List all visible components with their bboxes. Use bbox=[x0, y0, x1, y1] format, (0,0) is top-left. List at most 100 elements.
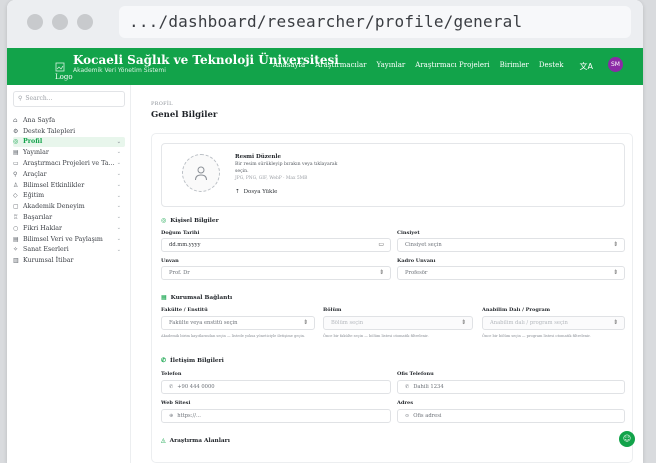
nav-yayinlar[interactable]: Yayınlar bbox=[377, 61, 406, 69]
title-select[interactable]: Prof. Dr ⇕ bbox=[161, 266, 391, 280]
sidebar-nav: ⌂ Ana Sayfa ⚙ Destek Talepleri ◎ Profil ⌄ ▤ Yayı… bbox=[13, 115, 125, 266]
phone-icon: ✆ bbox=[161, 357, 167, 364]
nav-birimler[interactable]: Birimler bbox=[500, 61, 529, 69]
top-nav: Anasayfa Araştırmacılar Yayınlar Araştır… bbox=[273, 61, 563, 69]
birth-date-input[interactable]: dd.mm.yyyy ▭ bbox=[161, 238, 391, 252]
sidebar-item-label: Yayınlar bbox=[23, 149, 49, 157]
staff-title-select[interactable]: Profesör ⇕ bbox=[397, 266, 625, 280]
department-select[interactable]: Bölüm seçin ⇕ bbox=[323, 316, 473, 330]
section-research-heading: ◬ Araştırma Alanları bbox=[161, 437, 230, 444]
department-label: Bölüm bbox=[323, 307, 342, 313]
address-bar[interactable]: .../dashboard/researcher/profile/general bbox=[119, 6, 631, 38]
program-label: Anabilim Dalı / Program bbox=[482, 307, 551, 313]
browser-window: .../dashboard/researcher/profile/general… bbox=[7, 0, 643, 463]
sidebar: ⚲ Search... ⌂ Ana Sayfa ⚙ Destek Talepleri ◎ P… bbox=[7, 85, 131, 463]
chevron-down-icon[interactable]: ⌄ bbox=[117, 169, 121, 180]
sidebar-item-label: Akademik Deneyim bbox=[23, 203, 85, 211]
section-institution-heading: ▦ Kurumsal Bağlantı bbox=[161, 294, 232, 301]
university-logo[interactable]: Logo bbox=[55, 57, 73, 81]
upload-file-button[interactable]: ⤒ Dosya Yükle bbox=[235, 189, 277, 195]
sidebar-item[interactable]: ✧ Sanat Eserleri ⌄ bbox=[13, 245, 125, 256]
screen: .../dashboard/researcher/profile/general… bbox=[0, 0, 656, 463]
sidebar-item[interactable]: ♖ Başarılar ⌄ bbox=[13, 212, 125, 223]
website-input[interactable]: ⊕ https://... bbox=[161, 409, 391, 423]
faculty-help: Akademik birim kayıtlarından seçin — lis… bbox=[161, 334, 306, 338]
gender-select[interactable]: Cinsiyet seçin ⇕ bbox=[397, 238, 625, 252]
sidebar-item-label: Profil bbox=[23, 138, 43, 146]
website-placeholder: https://... bbox=[177, 413, 201, 419]
select-arrows-icon: ⇕ bbox=[612, 319, 618, 326]
chevron-down-icon[interactable]: ⌄ bbox=[117, 201, 121, 212]
chevron-down-icon[interactable]: ⌄ bbox=[117, 245, 121, 256]
faculty-select[interactable]: Fakülte veya enstitü seçin ⇕ bbox=[161, 316, 315, 330]
sidebar-item[interactable]: ▥ Kurumsal İtibar bbox=[13, 255, 125, 266]
avatar-placeholder[interactable] bbox=[182, 154, 220, 192]
sidebar-item[interactable]: ▭ Araştırmacı Projeleri ve Ta... ⌄ bbox=[13, 158, 125, 169]
sidebar-item[interactable]: ⌂ Ana Sayfa bbox=[13, 115, 125, 126]
sidebar-item-icon: ▤ bbox=[13, 149, 19, 157]
sidebar-item[interactable]: ◇ Eğitim ⌄ bbox=[13, 191, 125, 202]
calendar-icon[interactable]: ▭ bbox=[378, 239, 384, 251]
nav-arastirmacilar[interactable]: Araştırmacılar bbox=[315, 61, 366, 69]
support-fab-button[interactable]: ☺ bbox=[619, 431, 635, 447]
browser-chrome: .../dashboard/researcher/profile/general bbox=[7, 0, 643, 48]
section-personal-title: Kişisel Bilgiler bbox=[170, 217, 219, 224]
sidebar-item-label: Destek Talepleri bbox=[23, 127, 76, 135]
address-input[interactable]: ⊙ Ofis adresi bbox=[397, 409, 625, 423]
phone-input[interactable]: ✆ +90 444 0000 bbox=[161, 380, 391, 394]
chevron-down-icon[interactable]: ⌄ bbox=[117, 223, 121, 234]
logo-alt-text: Logo bbox=[55, 73, 73, 81]
office-phone-input[interactable]: ✆ Dahili 1234 bbox=[397, 380, 625, 394]
sidebar-item[interactable]: ▤ Yayınlar ⌄ bbox=[13, 147, 125, 158]
sidebar-item-icon: ⚙ bbox=[13, 127, 19, 135]
window-maximize-dot[interactable] bbox=[77, 14, 93, 30]
sidebar-item-icon: ⌂ bbox=[13, 116, 18, 124]
chevron-down-icon[interactable]: ⌄ bbox=[117, 147, 121, 158]
sidebar-item[interactable]: ⚲ Araçlar ⌄ bbox=[13, 169, 125, 180]
flask-icon: ◬ bbox=[161, 437, 166, 444]
sidebar-item-icon: ▤ bbox=[13, 235, 19, 243]
sidebar-item[interactable]: ◎ Profil ⌄ bbox=[13, 136, 125, 148]
translate-icon[interactable]: 文A bbox=[580, 61, 593, 72]
profile-form-card: Resmi Düzenle Bir resim sürükleyip bırak… bbox=[151, 133, 633, 463]
phone-placeholder: +90 444 0000 bbox=[177, 384, 215, 390]
chevron-down-icon[interactable]: ⌄ bbox=[117, 137, 121, 148]
sidebar-item[interactable]: ♙ Bilimsel Etkinlikler ⌄ bbox=[13, 180, 125, 191]
sidebar-item-icon: ♙ bbox=[13, 181, 19, 189]
nav-arastirmaci-projeleri[interactable]: Araştırmacı Projeleri bbox=[415, 61, 489, 69]
main-content: PROFİL Genel Bilgiler Resmi Düzenle Bir … bbox=[131, 85, 643, 463]
nav-destek[interactable]: Destek bbox=[539, 61, 564, 69]
sidebar-item[interactable]: ▢ Akademik Deneyim ⌄ bbox=[13, 201, 125, 212]
window-minimize-dot[interactable] bbox=[52, 14, 68, 30]
sidebar-item[interactable]: ▤ Bilimsel Veri ve Paylaşım ⌄ bbox=[13, 234, 125, 245]
sidebar-item[interactable]: ⚙ Destek Talepleri bbox=[13, 126, 125, 137]
photo-upload-area[interactable]: Resmi Düzenle Bir resim sürükleyip bırak… bbox=[161, 143, 625, 207]
user-avatar[interactable]: SM bbox=[608, 57, 623, 72]
office-phone-label: Ofis Telefonu bbox=[397, 371, 434, 377]
sidebar-item-label: Bilimsel Etkinlikler bbox=[23, 181, 85, 189]
globe-icon: ⊕ bbox=[169, 413, 174, 419]
chevron-down-icon[interactable]: ⌄ bbox=[117, 234, 121, 245]
chevron-down-icon[interactable]: ⌄ bbox=[117, 180, 121, 191]
window-close-dot[interactable] bbox=[27, 14, 43, 30]
upload-icon: ⤒ bbox=[235, 189, 240, 195]
select-arrows-icon: ⇕ bbox=[612, 269, 618, 276]
sidebar-item[interactable]: ○ Fikri Haklar ⌄ bbox=[13, 223, 125, 234]
nav-anasayfa[interactable]: Anasayfa bbox=[273, 61, 305, 69]
gender-value: Cinsiyet seçin bbox=[405, 242, 442, 248]
select-arrows-icon: ⇕ bbox=[460, 319, 466, 326]
sidebar-item-icon: ○ bbox=[13, 224, 19, 232]
chevron-down-icon[interactable]: ⌄ bbox=[117, 212, 121, 223]
select-arrows-icon: ⇕ bbox=[612, 241, 618, 248]
section-contact-title: İletişim Bilgileri bbox=[170, 357, 224, 364]
photo-title: Resmi Düzenle bbox=[235, 154, 281, 160]
select-arrows-icon: ⇕ bbox=[302, 319, 308, 326]
breadcrumb: PROFİL bbox=[151, 101, 173, 107]
search-input[interactable]: ⚲ Search... bbox=[13, 91, 125, 107]
brand-subtitle: Akademik Veri Yönetim Sistemi bbox=[73, 67, 166, 74]
program-select[interactable]: Anabilim dalı / program seçin ⇕ bbox=[482, 316, 625, 330]
chevron-down-icon[interactable]: ⌄ bbox=[117, 191, 121, 202]
chevron-down-icon[interactable]: ⌄ bbox=[117, 158, 121, 169]
broken-image-icon bbox=[55, 62, 65, 72]
birth-date-label: Doğum Tarihi bbox=[161, 230, 200, 236]
